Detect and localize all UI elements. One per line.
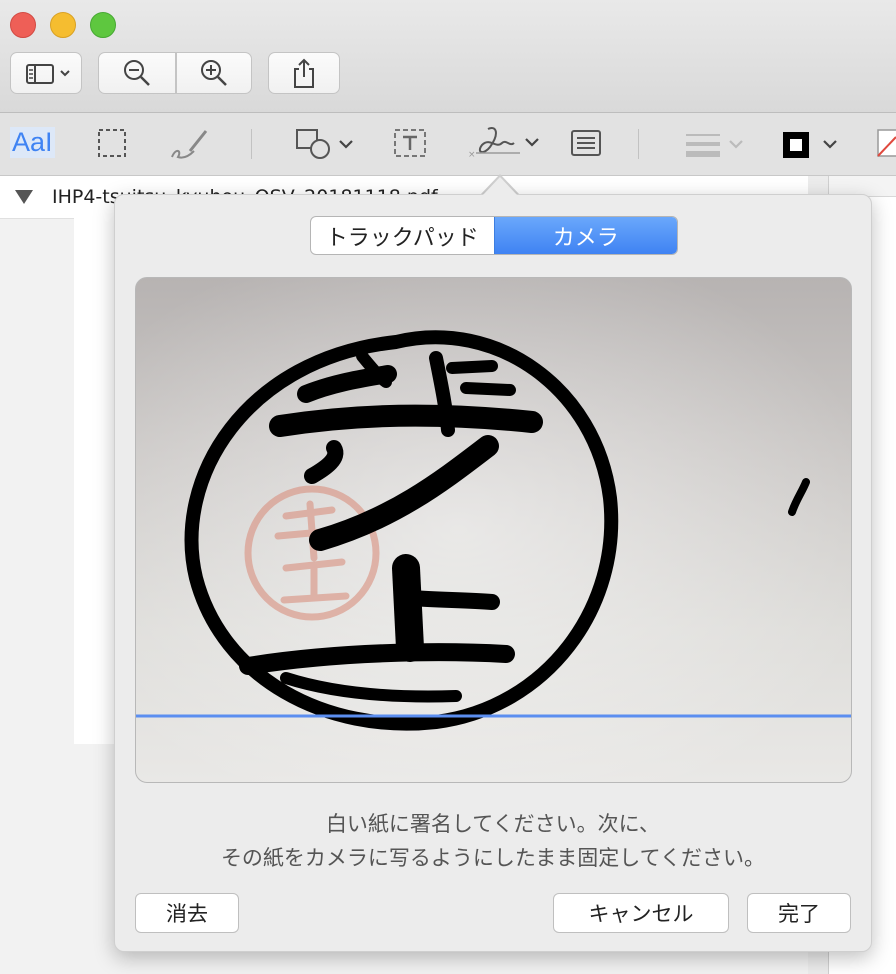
instruction-line-2: その紙をカメラに写るようにしたまま固定してください。 [220, 846, 766, 870]
zoom-in-icon [201, 60, 227, 86]
border-color-button[interactable] [780, 129, 844, 161]
text-style-button[interactable]: AaI [10, 127, 55, 158]
text-box-icon [394, 129, 426, 157]
sidebar-toggle-button[interactable] [10, 52, 82, 94]
cancel-button[interactable]: キャンセル [553, 893, 729, 933]
share-icon [294, 58, 314, 88]
zoom-out-icon [124, 60, 150, 86]
line-style-icon [686, 134, 743, 157]
done-button[interactable]: 完了 [747, 893, 851, 933]
camera-preview [135, 277, 852, 783]
instruction-line-1: 白い紙に署名してください。次に、 [325, 812, 661, 836]
maximize-window-button[interactable] [90, 12, 116, 38]
text-box-button[interactable] [392, 127, 428, 161]
window-toolbar [0, 0, 896, 113]
sketch-icon [171, 130, 208, 159]
toolbar-divider [251, 129, 252, 159]
signature-button[interactable]: × [466, 123, 544, 163]
signature-icon: × [468, 127, 539, 160]
markup-toolbar: AaI × [0, 113, 896, 176]
shapes-icon [296, 129, 353, 159]
fill-color-icon [877, 129, 896, 157]
zoom-in-button[interactable] [176, 52, 252, 94]
fill-color-button[interactable] [876, 127, 896, 159]
minimize-window-button[interactable] [50, 12, 76, 38]
line-style-button[interactable] [684, 129, 748, 159]
rect-select-button[interactable] [96, 127, 128, 159]
close-window-button[interactable] [10, 12, 36, 38]
clear-button[interactable]: 消去 [135, 893, 239, 933]
camera-feed-image [136, 278, 851, 782]
rect-select-icon [98, 129, 126, 157]
signature-source-segmented-control: トラックパッド カメラ [310, 216, 678, 255]
signature-popover: トラックパッド カメラ 白い紙に署名してください。次に、 その紙をカメラに写るよ… [114, 194, 872, 952]
zoom-out-button[interactable] [98, 52, 176, 94]
note-icon [571, 130, 601, 156]
note-button[interactable] [570, 127, 602, 159]
svg-text:×: × [468, 150, 476, 160]
tab-trackpad[interactable]: トラックパッド [311, 217, 494, 254]
sketch-button[interactable] [168, 125, 212, 163]
disclosure-triangle-icon[interactable] [15, 190, 33, 204]
shapes-button[interactable] [294, 127, 358, 161]
toolbar-divider [638, 129, 639, 159]
tab-camera[interactable]: カメラ [493, 217, 677, 254]
text-style-label: AaI [12, 127, 53, 157]
camera-instructions: 白い紙に署名してください。次に、 その紙をカメラに写るようにしたまま固定してくだ… [115, 807, 871, 875]
border-color-icon [783, 132, 837, 158]
sidebar-icon [26, 64, 70, 84]
share-button[interactable] [268, 52, 340, 94]
